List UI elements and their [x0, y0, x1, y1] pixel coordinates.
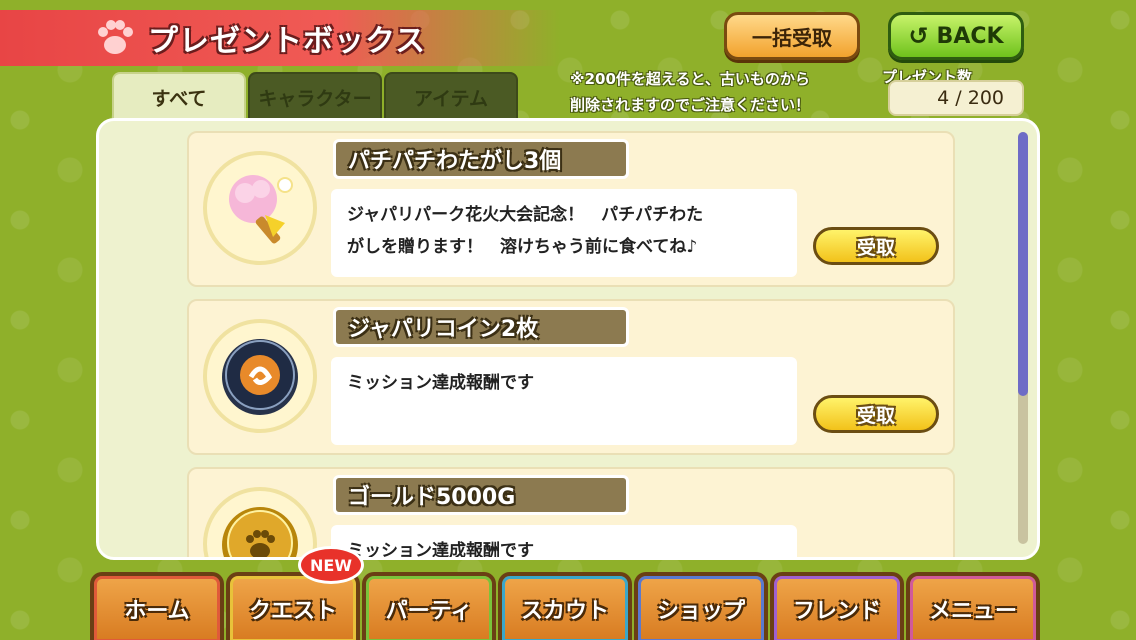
description-line: ミッション達成報酬です: [347, 541, 534, 560]
present-card: パチパチわたがし3個 ジャパリパーク花火大会記念！ パチパチわた がしを贈ります…: [187, 131, 955, 287]
receive-all-button[interactable]: 一括受取: [724, 12, 860, 60]
cotton-candy-icon: [203, 151, 317, 265]
back-button-label: BACK: [936, 23, 1004, 49]
description-line: ミッション達成報酬です: [347, 373, 534, 393]
notice-line-1: ※200件を超えると、古いものから: [570, 70, 810, 88]
present-card: ジャパリコイン2枚 ミッション達成報酬です 受取: [187, 299, 955, 455]
title-banner: プレゼントボックス: [0, 10, 560, 66]
nav-shop[interactable]: ショップ: [634, 572, 768, 640]
tab-character[interactable]: キャラクター: [248, 72, 382, 120]
receive-button[interactable]: 受取: [813, 395, 939, 433]
japari-coin-icon: [203, 319, 317, 433]
page-title: プレゼントボックス: [148, 24, 427, 59]
deletion-notice: ※200件を超えると、古いものから 削除されますのでご注意ください！: [570, 66, 870, 118]
gold-coin-icon: [203, 487, 317, 557]
notice-line-2: 削除されますのでご注意ください！: [570, 96, 811, 114]
nav-friend[interactable]: フレンド: [770, 572, 904, 640]
nav-menu[interactable]: メニュー: [906, 572, 1040, 640]
filter-tabs: すべて キャラクター アイテム: [112, 72, 518, 120]
present-card: ゴールド5000G ミッション達成報酬です 受取: [187, 467, 955, 560]
nav-scout[interactable]: スカウト: [498, 572, 632, 640]
present-count-value: 4 / 200: [888, 80, 1024, 116]
back-button[interactable]: ↺ BACK: [888, 12, 1024, 60]
paw-icon: [92, 15, 138, 61]
present-description: ジャパリパーク花火大会記念！ パチパチわた がしを贈ります！ 溶けちゃう前に食べ…: [331, 189, 797, 277]
description-line: ジャパリパーク花火大会記念！ パチパチわた: [347, 205, 704, 225]
tab-all[interactable]: すべて: [112, 72, 246, 120]
tab-item[interactable]: アイテム: [384, 72, 518, 120]
present-name: パチパチわたがし3個: [333, 139, 629, 179]
present-list-panel[interactable]: パチパチわたがし3個 ジャパリパーク花火大会記念！ パチパチわた がしを贈ります…: [96, 118, 1040, 560]
present-description: ミッション達成報酬です: [331, 525, 797, 560]
new-badge: NEW: [298, 546, 364, 584]
present-description: ミッション達成報酬です: [331, 357, 797, 445]
present-name: ジャパリコイン2枚: [333, 307, 629, 347]
nav-party[interactable]: パーティ: [362, 572, 496, 640]
back-arrow-icon: ↺: [908, 22, 929, 50]
description-line: がしを贈ります！ 溶けちゃう前に食べてね♪: [347, 237, 698, 257]
receive-button[interactable]: 受取: [813, 227, 939, 265]
bottom-nav: ホーム クエスト パーティ スカウト ショップ フレンド メニュー: [90, 572, 1040, 640]
present-name: ゴールド5000G: [333, 475, 629, 515]
scrollbar-thumb[interactable]: [1018, 132, 1028, 396]
nav-home[interactable]: ホーム: [90, 572, 224, 640]
